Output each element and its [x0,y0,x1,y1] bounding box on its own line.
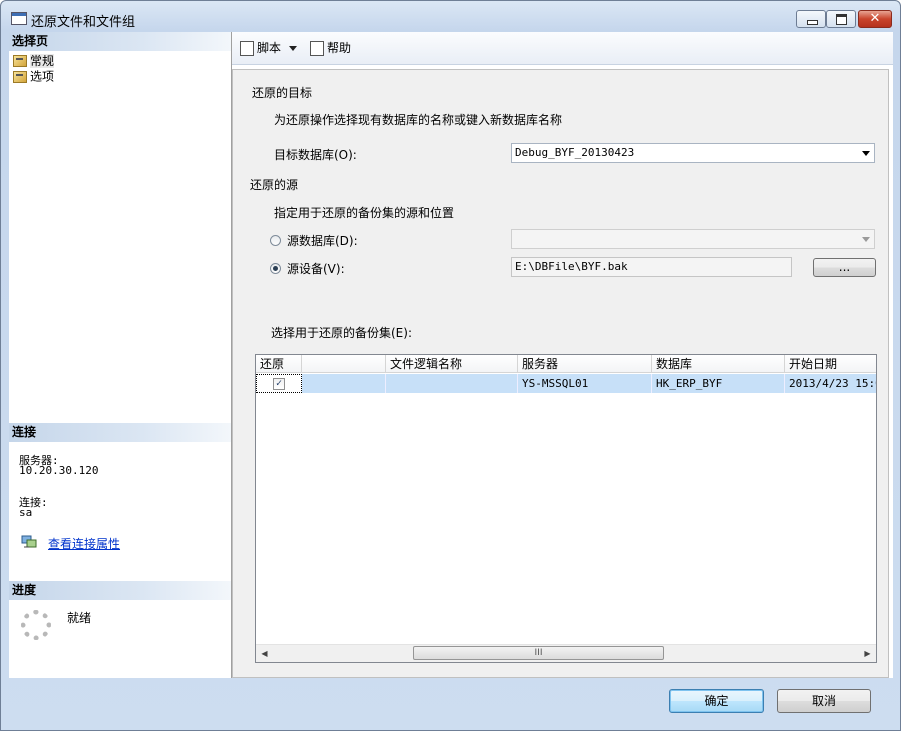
source-device-field[interactable]: E:\DBFile\BYF.bak [511,257,792,277]
close-icon: ✕ [869,11,881,26]
column-header-blank[interactable] [302,355,386,373]
scroll-right-icon[interactable]: ▶ [859,645,876,662]
minimize-button[interactable] [796,10,826,28]
target-db-label: 目标数据库(O): [274,148,357,162]
restore-cell[interactable]: ✓ [256,374,302,393]
horizontal-scrollbar[interactable]: ◀ III ▶ [256,644,876,662]
title-bar: 还原文件和文件组 ✕ [1,1,900,35]
progress-spinner-icon [21,610,51,640]
backup-sets-grid[interactable]: 还原 文件逻辑名称 服务器 数据库 开始日期 ✓ YS-MSSQL01 HK_E… [255,354,877,663]
connection-properties-icon [21,535,37,548]
browse-button[interactable]: ... [813,258,876,277]
chevron-down-icon [862,151,870,156]
dialog-button-bar: 确定 取消 [1,678,900,730]
window-icon [11,12,27,25]
scroll-left-icon[interactable]: ◀ [256,645,273,662]
help-icon [310,41,324,56]
source-device-radio[interactable] [270,263,281,274]
source-section-title: 还原的源 [250,178,299,192]
destination-section-title: 还原的目标 [252,86,313,100]
view-connection-properties-link[interactable]: 查看连接属性 [48,535,120,552]
source-device-label: 源设备(V): [287,262,345,276]
progress-header: 进度 [9,581,231,600]
server-cell: YS-MSSQL01 [518,374,652,393]
blank-cell [302,374,386,393]
progress-status: 就绪 [67,611,92,625]
script-button[interactable]: 脚本 [240,39,298,57]
column-header-logical-name[interactable]: 文件逻辑名称 [386,355,518,373]
general-page-content: 还原的目标 为还原操作选择现有数据库的名称或键入新数据库名称 目标数据库(O):… [232,69,889,678]
target-db-value: Debug_BYF_20130423 [515,146,635,159]
column-header-database[interactable]: 数据库 [652,355,785,373]
source-db-combo[interactable] [511,229,875,249]
right-panel: 脚本 帮助 还原的目标 为还原操作选择现有数据库的名称或键入新数据库名称 目标数… [232,32,893,678]
window-title: 还原文件和文件组 [31,15,136,30]
column-header-restore[interactable]: 还原 [256,355,302,373]
source-description: 指定用于还原的备份集的源和位置 [274,206,455,220]
column-header-start-date[interactable]: 开始日期 [785,355,876,373]
source-db-label: 源数据库(D): [287,234,358,248]
scrollbar-thumb[interactable]: III [413,646,664,660]
ok-button[interactable]: 确定 [669,689,764,713]
dialog-client-area: 选择页 常规 选项 连接 服务器: 10.20.30.120 连接: sa 查看… [9,32,893,678]
help-label: 帮助 [327,41,352,55]
start-date-cell: 2013/4/23 15:0 [785,374,876,393]
restore-dialog-window: 还原文件和文件组 ✕ 选择页 常规 选项 连接 服务器: 10.20.30.12… [0,0,901,731]
maximize-button[interactable] [826,10,856,28]
script-label: 脚本 [257,41,282,55]
toolbar: 脚本 帮助 [232,32,893,65]
target-db-combo[interactable]: Debug_BYF_20130423 [511,143,875,163]
connection-header: 连接 [9,423,231,442]
left-panel: 选择页 常规 选项 连接 服务器: 10.20.30.120 连接: sa 查看… [9,32,232,678]
script-icon [240,41,254,56]
table-row[interactable]: ✓ YS-MSSQL01 HK_ERP_BYF 2013/4/23 15:0 [256,374,876,393]
chevron-down-icon [862,237,870,242]
page-icon [13,70,27,83]
chevron-down-icon[interactable] [289,46,298,51]
page-icon [13,54,27,67]
logical-name-cell [386,374,518,393]
help-button[interactable]: 帮助 [310,39,351,57]
select-page-header: 选择页 [9,32,231,51]
backup-sets-label: 选择用于还原的备份集(E): [271,326,412,340]
close-button[interactable]: ✕ [858,10,892,28]
server-value: 10.20.30.120 [19,464,99,477]
nav-item-label: 常规 [30,53,55,68]
nav-item-label: 选项 [30,69,55,84]
nav-item-options[interactable]: 选项 [13,69,55,84]
destination-description: 为还原操作选择现有数据库的名称或键入新数据库名称 [274,113,563,127]
connection-value: sa [19,506,33,519]
cancel-button[interactable]: 取消 [777,689,871,713]
nav-item-general[interactable]: 常规 [13,53,55,68]
column-header-server[interactable]: 服务器 [518,355,652,373]
source-db-radio[interactable] [270,235,281,246]
grid-header: 还原 文件逻辑名称 服务器 数据库 开始日期 [256,355,876,373]
database-cell: HK_ERP_BYF [652,374,785,393]
restore-checkbox[interactable]: ✓ [273,378,285,390]
